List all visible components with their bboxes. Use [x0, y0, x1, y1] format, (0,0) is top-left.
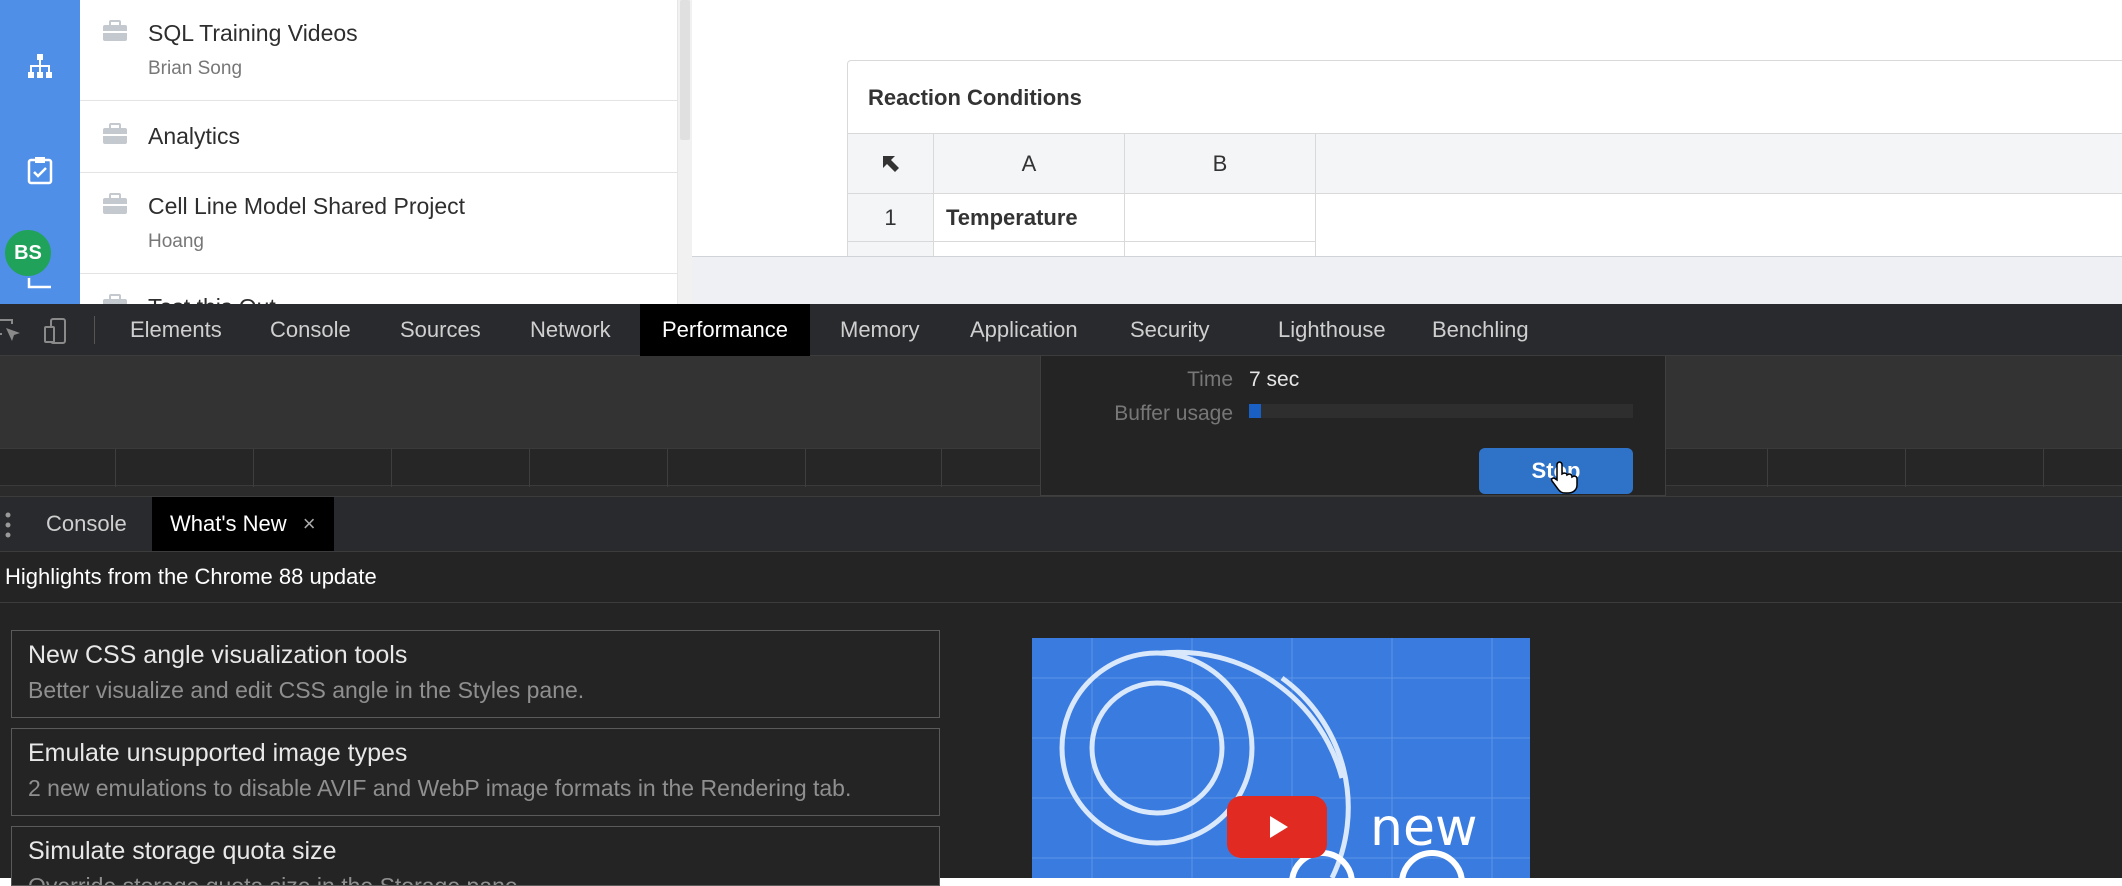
tab-console[interactable]: Console	[270, 304, 351, 356]
highlights-heading: Highlights from the Chrome 88 update	[5, 564, 377, 589]
close-icon[interactable]: ×	[303, 511, 316, 536]
whats-new-pane: Highlights from the Chrome 88 update New…	[0, 552, 2122, 886]
feature-card[interactable]: Simulate storage quota size Override sto…	[11, 826, 940, 886]
list-item[interactable]: Analytics	[80, 101, 677, 173]
list-item[interactable]: Cell Line Model Shared Project Hoang	[80, 173, 677, 274]
drawer-tab-console[interactable]: Console	[46, 497, 127, 551]
drawer-tab-bar: Console What's New ×	[0, 496, 2122, 552]
drawer-tab-label: What's New	[170, 511, 287, 536]
project-owner: Brian Song	[148, 58, 243, 79]
buffer-usage-bar	[1249, 404, 1633, 418]
video-caption: new	[1370, 798, 1478, 858]
main-content: Reaction Conditions A B 1 Temperature 2 …	[692, 0, 2122, 260]
performance-overview: Time 7 sec Buffer usage Stop	[0, 356, 2122, 496]
tab-elements[interactable]: Elements	[130, 304, 222, 356]
time-label: Time	[1187, 368, 1233, 391]
tab-network[interactable]: Network	[530, 304, 611, 356]
tab-benchling[interactable]: Benchling	[1432, 304, 1529, 356]
devtools-panel: Elements Console Sources Network Perform…	[0, 304, 2122, 886]
column-header[interactable]: B	[1125, 134, 1316, 194]
device-toolbar-icon[interactable]	[42, 316, 72, 346]
drawer-tab-whats-new[interactable]: What's New ×	[152, 497, 334, 551]
hierarchy-icon[interactable]	[18, 46, 62, 86]
project-name: Test this Out	[148, 294, 276, 304]
youtube-play-icon[interactable]	[1227, 796, 1327, 858]
feature-description: Override storage quota size in the Stora…	[28, 873, 525, 886]
project-owner: Hoang	[148, 231, 204, 252]
kebab-menu-icon[interactable]	[2, 511, 14, 539]
avatar[interactable]: BS	[3, 228, 53, 278]
project-name: Cell Line Model Shared Project	[148, 193, 466, 219]
divider	[0, 602, 2122, 603]
tab-sources[interactable]: Sources	[400, 304, 481, 356]
spreadsheet-table: A B 1 Temperature 2 Medium	[848, 133, 2122, 259]
feature-title: New CSS angle visualization tools	[28, 641, 408, 669]
project-list-scrollbar[interactable]	[678, 0, 692, 304]
column-header[interactable]: A	[934, 134, 1125, 194]
feature-title: Emulate unsupported image types	[28, 739, 408, 767]
table-cell[interactable]: Temperature	[934, 194, 1125, 242]
briefcase-icon	[103, 20, 127, 41]
briefcase-icon	[103, 193, 127, 214]
time-value: 7 sec	[1249, 368, 1300, 391]
feature-card[interactable]: Emulate unsupported image types 2 new em…	[11, 728, 940, 816]
feature-card[interactable]: New CSS angle visualization tools Better…	[11, 630, 940, 718]
briefcase-icon	[103, 294, 127, 304]
feature-description: Better visualize and edit CSS angle in t…	[28, 677, 585, 703]
arrow-upleft-icon	[882, 155, 899, 172]
table-cell[interactable]	[1125, 194, 1316, 242]
briefcase-icon	[103, 123, 127, 144]
select-all-corner[interactable]	[848, 134, 934, 194]
feature-description: 2 new emulations to disable AVIF and Web…	[28, 775, 852, 801]
video-thumbnail[interactable]: new	[1032, 638, 1530, 878]
benchling-app: BS SQL Training Videos Brian Song Analyt…	[0, 0, 2122, 304]
table-card: Reaction Conditions A B 1 Temperature 2 …	[847, 60, 2122, 260]
tab-security[interactable]: Security	[1130, 304, 1209, 356]
devtools-tab-bar: Elements Console Sources Network Perform…	[0, 304, 2122, 356]
row-number[interactable]: 1	[848, 194, 934, 242]
list-item[interactable]: Test this Out	[80, 274, 677, 304]
left-nav-rail: BS	[0, 0, 80, 304]
project-name: SQL Training Videos	[148, 20, 358, 46]
tab-performance[interactable]: Performance	[640, 304, 810, 356]
project-name: Analytics	[148, 123, 241, 149]
list-item[interactable]: SQL Training Videos Brian Song	[80, 0, 677, 101]
bottom-strip	[692, 256, 2122, 304]
tab-lighthouse[interactable]: Lighthouse	[1278, 304, 1386, 356]
scrollbar-thumb[interactable]	[680, 0, 690, 140]
clipboard-check-icon[interactable]	[18, 150, 62, 190]
tab-application[interactable]: Application	[970, 304, 1078, 356]
inspect-element-icon[interactable]	[0, 316, 24, 346]
table-title: Reaction Conditions	[868, 85, 1082, 110]
tab-memory[interactable]: Memory	[840, 304, 919, 356]
project-list: SQL Training Videos Brian Song Analytics…	[80, 0, 678, 304]
feature-title: Simulate storage quota size	[28, 837, 337, 865]
empty-header-area	[1316, 134, 2122, 194]
toolbar-divider	[94, 316, 95, 344]
buffer-usage-fill	[1249, 404, 1261, 418]
hand-cursor-icon	[1550, 461, 1578, 494]
buffer-usage-label: Buffer usage	[1114, 402, 1233, 425]
